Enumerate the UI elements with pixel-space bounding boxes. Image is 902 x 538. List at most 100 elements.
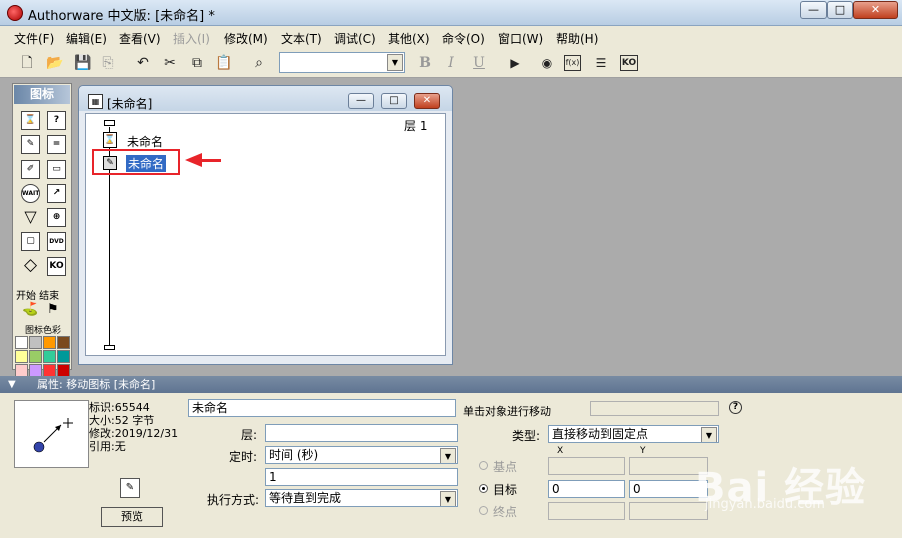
italic-button[interactable]: I (441, 53, 461, 73)
menu-insert[interactable]: 插入(I) (173, 30, 210, 47)
knowledge-objects-icon[interactable]: KO (620, 55, 638, 71)
erase-icon[interactable]: ✎ (21, 135, 40, 154)
functions-icon[interactable]: f(x) (564, 55, 581, 71)
column-y-label: Y (640, 446, 646, 456)
motion-icon[interactable]: ? (47, 111, 66, 130)
save-all-icon[interactable]: 💾 (73, 53, 93, 73)
cut-icon[interactable]: ✂ (160, 53, 180, 73)
base-point-radio[interactable] (479, 461, 488, 470)
exec-select-value: 等待直到完成 (269, 491, 342, 505)
layer-field[interactable] (265, 424, 458, 442)
control-panel-icon[interactable]: ◉ (537, 53, 557, 73)
menu-edit[interactable]: 编辑(E) (66, 30, 107, 47)
motion-type-select[interactable]: 直接移动到固定点 ▼ (548, 425, 719, 443)
base-x-field[interactable] (548, 457, 625, 475)
type-label: 类型: (512, 429, 541, 443)
map-icon[interactable]: ⊕ (47, 208, 66, 227)
chevron-down-icon[interactable]: ▼ (701, 427, 717, 442)
underline-button[interactable]: U (469, 53, 489, 73)
variables-icon[interactable]: ☰ (591, 53, 611, 73)
design-window-titlebar[interactable]: ▦ [未命名] — □ ✕ (79, 86, 452, 111)
menu-view[interactable]: 查看(V) (119, 30, 161, 47)
menu-bar: 文件(F) 编辑(E) 查看(V) 插入(I) 修改(M) 文本(T) 调试(C… (0, 26, 902, 48)
menu-window[interactable]: 窗口(W) (498, 30, 543, 47)
flowline-start-marker (104, 120, 115, 126)
ko-icon[interactable]: KO (47, 257, 66, 276)
motion-path-icon (33, 418, 73, 453)
menu-text[interactable]: 文本(T) (281, 30, 322, 47)
icon-name-field[interactable]: 未命名 (188, 399, 456, 417)
preview-button[interactable]: 预览 (101, 507, 163, 527)
color-swatch-darkteal[interactable] (57, 350, 70, 363)
open-file-icon[interactable]: 📂 (45, 53, 65, 73)
chevron-down-icon[interactable]: ▼ (440, 448, 456, 463)
collapse-icon[interactable]: ▼ (8, 376, 16, 393)
window-title: Authorware 中文版: [未命名] * (28, 9, 215, 24)
restart-icon[interactable]: ▶ (505, 53, 525, 73)
chevron-down-icon[interactable]: ▼ (387, 54, 403, 71)
end-x-field[interactable] (548, 502, 625, 520)
display-icon[interactable]: ⌛ (103, 132, 117, 148)
design-window: ▦ [未命名] — □ ✕ 层 1 ⌛ 未命名 ✎ 未命名 (78, 85, 453, 365)
color-swatch-silver[interactable] (29, 336, 42, 349)
find-icon[interactable]: ⌕ (249, 53, 269, 73)
video-icon[interactable]: ◇ (21, 257, 40, 276)
start-end-label: 开始 结束 (16, 291, 60, 302)
help-icon[interactable]: ? (729, 401, 742, 414)
color-swatch-yellow[interactable] (15, 350, 28, 363)
calculation-icon[interactable]: ▽ (21, 208, 40, 227)
color-swatch-teal[interactable] (43, 350, 56, 363)
menu-modify[interactable]: 修改(M) (224, 30, 268, 47)
bold-button[interactable]: B (415, 53, 435, 73)
menu-file[interactable]: 文件(F) (14, 30, 54, 47)
copy-icon[interactable]: ⧉ (187, 53, 207, 73)
paste-icon[interactable]: 📋 (214, 53, 234, 73)
import-icon[interactable]: ⎘ (98, 53, 118, 73)
design-minimize-button[interactable]: — (348, 93, 374, 109)
timing-select-value: 时间 (秒) (269, 448, 319, 462)
wait-icon[interactable]: = (47, 135, 66, 154)
color-swatch-orange[interactable] (43, 336, 56, 349)
palette-title[interactable]: 图标 (14, 85, 70, 104)
new-file-icon[interactable]: 🗋 (17, 53, 37, 73)
menu-command[interactable]: 命令(O) (442, 30, 485, 47)
undo-icon[interactable]: ↶ (133, 53, 153, 73)
properties-header[interactable]: ▼ 属性: 移动图标 [未命名] (0, 376, 902, 393)
minimize-button[interactable]: — (800, 1, 827, 19)
icon-palette: 图标 ⌛ ? ✎ = ✐ ▭ WAIT ↗ ▽ ⊕ ▢ DVD ◇ KO 开始 … (12, 83, 72, 377)
authorware-logo-icon[interactable] (7, 5, 23, 21)
display-icon[interactable]: ⌛ (21, 111, 40, 130)
timing-amount-field[interactable]: 1 (265, 468, 458, 486)
target-x-field[interactable]: 0 (548, 480, 625, 498)
stop-flag-icon[interactable]: ⚑ (47, 302, 59, 317)
close-button[interactable]: ✕ (853, 1, 898, 19)
title-bar[interactable]: Authorware 中文版: [未命名] * — □ ✕ (0, 0, 902, 26)
end-point-radio[interactable] (479, 506, 488, 515)
design-close-button[interactable]: ✕ (414, 93, 440, 109)
color-swatch-brown[interactable] (57, 336, 70, 349)
navigate-icon[interactable]: ✐ (21, 160, 40, 179)
icon-color-label: 图标色彩 (25, 326, 62, 336)
maximize-button[interactable]: □ (827, 1, 853, 19)
interaction-icon[interactable]: ↗ (47, 184, 66, 203)
color-swatch-white[interactable] (15, 336, 28, 349)
exec-select[interactable]: 等待直到完成 ▼ (265, 489, 458, 507)
highlight-box (92, 149, 180, 175)
target-radio[interactable] (479, 484, 488, 493)
start-flag-icon[interactable]: ⛳ (22, 302, 38, 317)
color-swatch-green[interactable] (29, 350, 42, 363)
design-window-icon: ▦ (88, 94, 103, 109)
flowline-end-marker (104, 345, 115, 350)
framework-icon[interactable]: ▭ (47, 160, 66, 179)
design-maximize-button[interactable]: □ (381, 93, 407, 109)
timing-select[interactable]: 时间 (秒) ▼ (265, 446, 458, 464)
menu-debug[interactable]: 调试(C) (334, 30, 376, 47)
menu-other[interactable]: 其他(X) (388, 30, 430, 47)
font-combo[interactable]: ▼ (279, 52, 405, 73)
movie-icon[interactable]: ▢ (21, 232, 40, 251)
flow-node-label[interactable]: 未命名 (127, 133, 163, 150)
chevron-down-icon[interactable]: ▼ (440, 491, 456, 506)
menu-help[interactable]: 帮助(H) (556, 30, 598, 47)
sound-icon[interactable]: DVD (47, 232, 66, 251)
decision-icon[interactable]: WAIT (21, 184, 40, 203)
